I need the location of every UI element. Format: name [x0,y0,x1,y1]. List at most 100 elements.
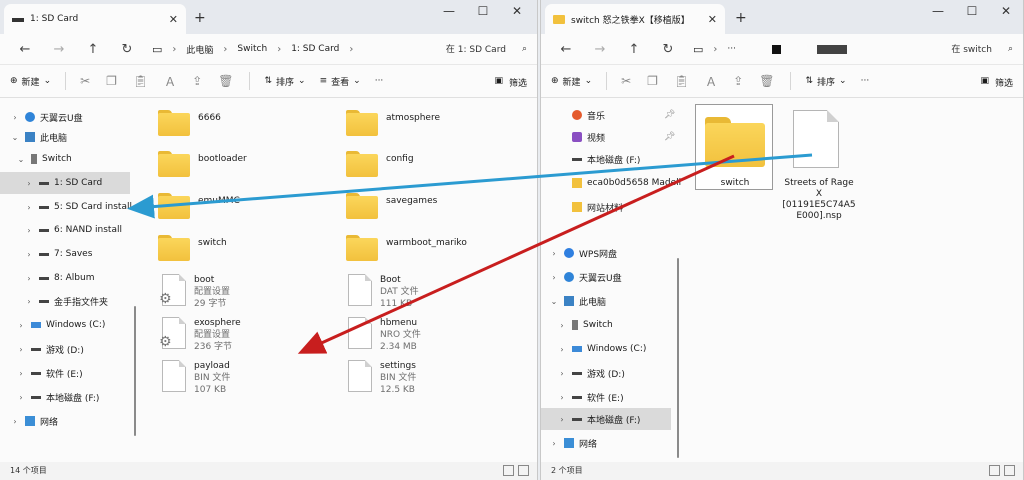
back-icon[interactable]: ← [8,42,42,57]
nav-item-sd-card[interactable]: › 1: SD Card [0,172,130,194]
forward-icon[interactable]: → [42,42,76,57]
nav-item-switch[interactable]: ⌄ Switch [16,148,72,170]
rename-icon[interactable]: Ａ [164,73,176,90]
sort-button[interactable]: ⇅ 排序 ⌄ [264,75,305,88]
share-icon[interactable]: ⇪ [192,74,202,88]
nav-item-software-e[interactable]: › 软件 (E:) [16,362,82,384]
folder-item[interactable]: emuMMC [158,193,240,219]
nav-scrollbar[interactable] [134,306,136,436]
minimize-button[interactable]: — [921,4,955,18]
folder-item[interactable]: bootloader [158,151,247,177]
nav-item-album[interactable]: › 8: Album [24,267,94,289]
rename-icon[interactable]: Ａ [705,73,717,90]
nav-item-software-e[interactable]: › 软件 (E:) [557,386,623,408]
copy-icon[interactable]: ❐ [647,74,658,88]
up-icon[interactable]: ↑ [617,42,651,57]
view-button[interactable]: ≡ 查看 ⌄ [320,75,361,88]
folder-item[interactable]: warmboot_mariko [346,235,467,261]
filter-button[interactable]: ▣ 筛选 [980,76,1013,89]
search-box[interactable]: 在 1: SD Card ⌕ [446,42,527,56]
close-window-button[interactable]: ✕ [989,4,1023,18]
nav-item-wps-drive[interactable]: › WPS网盘 [549,242,617,264]
folder-item[interactable]: savegames [346,193,437,219]
file-item[interactable]: Boot DAT 文件 111 KB [348,274,419,310]
nav-item-video[interactable]: 视频 📌︎ [557,126,675,148]
file-item[interactable]: payload BIN 文件 107 KB [162,360,230,396]
nav-item-website-materials[interactable]: 网站材料 [557,196,623,218]
nav-scrollbar[interactable] [677,258,679,458]
cut-icon[interactable]: ✂ [80,74,90,88]
folder-item-selected[interactable]: switch [695,104,773,190]
search-input[interactable]: 在 1: SD Card [446,42,506,55]
nav-item-network[interactable]: › 网络 [10,410,58,432]
refresh-icon[interactable]: ↻ [651,42,685,57]
search-input[interactable]: 在 switch [951,42,992,55]
file-item[interactable]: settings BIN 文件 12.5 KB [348,360,416,396]
nav-item-local-f[interactable]: › 本地磁盘 (F:) [16,386,99,408]
file-name[interactable]: Streets of Rage X [01191E5C74A5 E000].ns… [775,178,863,222]
nav-item-windows-c[interactable]: › Windows (C:) [557,338,646,360]
pin-icon[interactable]: 📌︎ [664,110,675,120]
details-view-icon[interactable] [503,465,514,476]
paste-icon[interactable]: 📋︎ [674,74,689,88]
close-tab-icon[interactable]: ✕ [169,13,178,26]
forward-icon[interactable]: → [583,42,617,57]
file-item[interactable]: ⚙ exosphere 配置设置 236 字节 [159,317,241,353]
share-icon[interactable]: ⇪ [733,74,743,88]
folder-item[interactable]: switch [158,235,227,261]
nav-item-cheats-folder[interactable]: › 金手指文件夹 [24,290,108,312]
close-tab-icon[interactable]: ✕ [708,13,717,26]
minimize-button[interactable]: — [432,4,466,18]
copy-icon[interactable]: ❐ [106,74,117,88]
nav-item-local-f-pinned[interactable]: 本地磁盘 (F:) [557,148,640,170]
breadcrumb-overflow[interactable]: ··· [727,44,736,54]
file-item[interactable]: ⚙ boot 配置设置 29 字节 [159,274,230,310]
more-button[interactable]: ··· [375,76,384,86]
file-item[interactable]: hbmenu NRO 文件 2.34 MB [348,317,421,353]
details-view-icon[interactable] [989,465,1000,476]
close-window-button[interactable]: ✕ [500,4,534,18]
new-button[interactable]: ⊕ 新建 ⌄ [551,75,592,88]
nav-item-this-pc[interactable]: ⌄ 此电脑 [549,290,606,312]
new-button[interactable]: ⊕ 新建 ⌄ [10,75,51,88]
sort-button[interactable]: ⇅ 排序 ⌄ [805,75,846,88]
up-icon[interactable]: ↑ [76,42,110,57]
nav-item-sd-card-install[interactable]: › 5: SD Card install [24,196,132,218]
nsp-file-icon[interactable] [793,110,839,168]
new-tab-button[interactable]: + [735,10,747,26]
nav-item-folder[interactable]: eca0b0d5658 Madell [557,172,681,194]
tab-sd-card[interactable]: 1: SD Card ✕ [4,4,186,34]
folder-item[interactable]: 6666 [158,110,221,136]
maximize-button[interactable]: ☐ [955,4,989,18]
nav-item-network[interactable]: › 网络 [549,432,597,454]
nav-item-windows-c[interactable]: › Windows (C:) [16,314,105,336]
more-button[interactable]: ··· [861,76,870,86]
paste-icon[interactable]: 📋︎ [133,74,148,88]
folder-item[interactable]: atmosphere [346,110,440,136]
cut-icon[interactable]: ✂ [621,74,631,88]
tiles-view-icon[interactable] [518,465,529,476]
breadcrumb-item[interactable]: 1: SD Card [291,44,339,54]
nav-item-tianyi-cloud[interactable]: › 天翼云U盘 [549,266,622,288]
nav-item-this-pc[interactable]: ⌄ 此电脑 [10,126,67,148]
maximize-button[interactable]: ☐ [466,4,500,18]
nav-item-saves[interactable]: › 7: Saves [24,243,92,265]
tiles-view-icon[interactable] [1004,465,1015,476]
nav-item-game-d[interactable]: › 游戏 (D:) [557,362,624,384]
breadcrumb-item[interactable]: 此电脑 [186,43,213,56]
tab-switch[interactable]: switch 怒之铁拳X【移植版】 ✕ [545,4,725,34]
folder-item[interactable]: config [346,151,414,177]
new-tab-button[interactable]: + [194,10,206,26]
pin-icon[interactable]: 📌︎ [664,132,675,142]
back-icon[interactable]: ← [549,42,583,57]
nav-item-nand-install[interactable]: › 6: NAND install [24,219,122,241]
refresh-icon[interactable]: ↻ [110,42,144,57]
delete-icon[interactable]: 🗑︎ [759,74,774,88]
delete-icon[interactable]: 🗑︎ [218,74,233,88]
filter-button[interactable]: ▣ 筛选 [494,76,527,89]
breadcrumb-item[interactable]: Switch [237,44,267,54]
nav-item-music[interactable]: 音乐 📌︎ [557,104,675,126]
nav-item-switch[interactable]: › Switch [557,314,613,336]
search-box[interactable]: 在 switch ⌕ [951,42,1013,56]
nav-item-local-f[interactable]: › 本地磁盘 (F:) [541,408,671,430]
